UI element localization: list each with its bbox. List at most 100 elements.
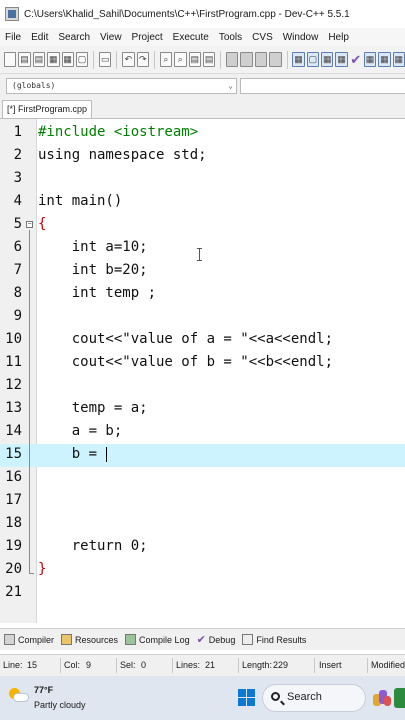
code-line[interactable]: 4 int main() bbox=[0, 191, 405, 214]
code-editor[interactable]: 1 #include <iostream> 2 using namespace … bbox=[0, 119, 405, 623]
tab-find-results[interactable]: Find Results bbox=[242, 634, 306, 645]
replace-icon[interactable]: ⌕ bbox=[174, 52, 187, 67]
code-line[interactable]: 6 int a=10; bbox=[0, 237, 405, 260]
compiler-icon bbox=[4, 634, 15, 645]
menu-search[interactable]: Search bbox=[53, 32, 95, 43]
code-line[interactable]: 21 bbox=[0, 582, 405, 605]
fold-guide-end bbox=[29, 573, 34, 574]
class-browser-bar: (globals) ⌄ bbox=[0, 74, 405, 99]
pinned-app-icon-2[interactable] bbox=[394, 688, 405, 708]
menu-edit[interactable]: Edit bbox=[26, 32, 53, 43]
run-icon[interactable]: ▢ bbox=[306, 52, 320, 67]
unindent-icon[interactable] bbox=[240, 52, 253, 67]
cloud-shape bbox=[13, 693, 29, 702]
logo-pane bbox=[247, 698, 255, 706]
compile-run-icon[interactable]: ▦ bbox=[321, 52, 334, 67]
line-number: 1 bbox=[13, 124, 22, 140]
status-lines-value: 21 bbox=[205, 660, 216, 670]
line-number: 15 bbox=[5, 446, 22, 462]
debug-icon[interactable]: ▦ bbox=[363, 52, 377, 67]
line-number: 18 bbox=[5, 515, 22, 531]
menu-help[interactable]: Help bbox=[323, 32, 354, 43]
output-panel-tabs: Compiler Resources Compile Log ✔ Debug F… bbox=[0, 628, 405, 650]
code-text: #include <iostream> bbox=[38, 124, 199, 140]
line-number: 13 bbox=[5, 400, 22, 416]
code-line[interactable]: 10 cout<<"value of a = "<<a<<endl; bbox=[0, 329, 405, 352]
code-line[interactable]: 14 a = b; bbox=[0, 421, 405, 444]
open-file-icon[interactable]: ▤ bbox=[32, 52, 46, 67]
rebuild-icon[interactable]: ▦ bbox=[335, 52, 348, 67]
chevron-down-icon: ⌄ bbox=[228, 81, 233, 90]
tab-label: Resources bbox=[75, 634, 119, 645]
fold-collapse-icon[interactable]: − bbox=[26, 221, 33, 228]
menu-execute[interactable]: Execute bbox=[168, 32, 214, 43]
toolbar-separator bbox=[220, 50, 222, 69]
tab-resources[interactable]: Resources bbox=[61, 634, 118, 645]
code-line[interactable]: 19 return 0; bbox=[0, 536, 405, 559]
tab-debug[interactable]: ✔ Debug bbox=[197, 633, 236, 646]
code-line[interactable]: 11 cout<<"value of b = "<<b<<endl; bbox=[0, 352, 405, 375]
code-line[interactable]: 8 int temp ; bbox=[0, 283, 405, 306]
stop-icon[interactable]: ▦ bbox=[392, 52, 405, 67]
menu-tools[interactable]: Tools bbox=[214, 32, 247, 43]
line-number: 21 bbox=[5, 584, 22, 600]
globals-dropdown[interactable]: (globals) ⌄ bbox=[6, 78, 237, 94]
menu-file[interactable]: File bbox=[0, 32, 26, 43]
tab-compile-log[interactable]: Compile Log bbox=[125, 634, 190, 645]
code-line[interactable]: 3 bbox=[0, 168, 405, 191]
code-line[interactable]: 20 } bbox=[0, 559, 405, 582]
partly-cloudy-icon[interactable] bbox=[9, 688, 29, 704]
close-icon[interactable]: ▢ bbox=[75, 52, 89, 67]
redo-icon[interactable]: ↷ bbox=[136, 52, 149, 67]
find-next-icon[interactable]: ▤ bbox=[188, 52, 201, 67]
toolbar-separator bbox=[153, 50, 155, 69]
line-number: 5 bbox=[13, 216, 22, 232]
new-file-icon[interactable] bbox=[4, 52, 17, 67]
tab-firstprogram[interactable]: [*] FirstProgram.cpp bbox=[2, 100, 93, 118]
code-line[interactable]: 1 #include <iostream> bbox=[0, 122, 405, 145]
save-all-icon[interactable]: ▦ bbox=[61, 52, 74, 67]
compile-icon[interactable]: ▦ bbox=[292, 52, 305, 67]
pinned-app-icon[interactable] bbox=[373, 688, 391, 708]
code-line[interactable]: 17 bbox=[0, 490, 405, 513]
menu-project[interactable]: Project bbox=[127, 32, 168, 43]
line-number: 11 bbox=[5, 354, 22, 370]
code-line[interactable]: 16 bbox=[0, 467, 405, 490]
code-line[interactable]: 2 using namespace std; bbox=[0, 145, 405, 168]
code-line[interactable]: 7 int b=20; bbox=[0, 260, 405, 283]
code-text: int a=10; bbox=[38, 239, 148, 255]
check-syntax-icon[interactable]: ✔ bbox=[350, 52, 362, 67]
function-dropdown[interactable] bbox=[240, 78, 405, 94]
windows-start-icon[interactable] bbox=[238, 689, 255, 706]
find-icon[interactable]: ⌕ bbox=[159, 52, 173, 67]
code-line[interactable]: 13 temp = a; bbox=[0, 398, 405, 421]
undo-icon[interactable]: ↶ bbox=[122, 52, 135, 67]
save-icon[interactable]: ▦ bbox=[47, 52, 60, 67]
menu-cvs[interactable]: CVS bbox=[247, 32, 278, 43]
search-label: Search bbox=[287, 691, 322, 703]
menu-window[interactable]: Window bbox=[278, 32, 324, 43]
line-number: 2 bbox=[13, 147, 22, 163]
tab-compiler[interactable]: Compiler bbox=[4, 634, 54, 645]
code-line[interactable]: 12 bbox=[0, 375, 405, 398]
profile-icon[interactable]: ▦ bbox=[378, 52, 391, 67]
logo-pane bbox=[238, 698, 246, 706]
code-line[interactable]: 18 bbox=[0, 513, 405, 536]
weather-temperature[interactable]: 77°F bbox=[34, 685, 53, 695]
code-line-current[interactable]: 15 b = bbox=[0, 444, 405, 467]
print-icon[interactable]: ▭ bbox=[99, 52, 112, 67]
debug-check-icon: ✔ bbox=[196, 634, 206, 646]
line-number: 14 bbox=[5, 423, 22, 439]
weather-description[interactable]: Partly cloudy bbox=[34, 700, 86, 710]
toggle-bookmark-icon[interactable] bbox=[254, 52, 268, 67]
resources-icon bbox=[61, 634, 73, 645]
indent-icon[interactable] bbox=[226, 52, 239, 67]
code-line[interactable]: 5 − { bbox=[0, 214, 405, 237]
line-number: 19 bbox=[5, 538, 22, 554]
code-line[interactable]: 9 bbox=[0, 306, 405, 329]
open-project-icon[interactable]: ▤ bbox=[18, 52, 31, 67]
goto-line-icon[interactable]: ▤ bbox=[202, 52, 216, 67]
menu-view[interactable]: View bbox=[95, 32, 127, 43]
taskbar-search-box[interactable]: Search bbox=[262, 684, 366, 712]
goto-bookmark-icon[interactable] bbox=[269, 52, 282, 67]
